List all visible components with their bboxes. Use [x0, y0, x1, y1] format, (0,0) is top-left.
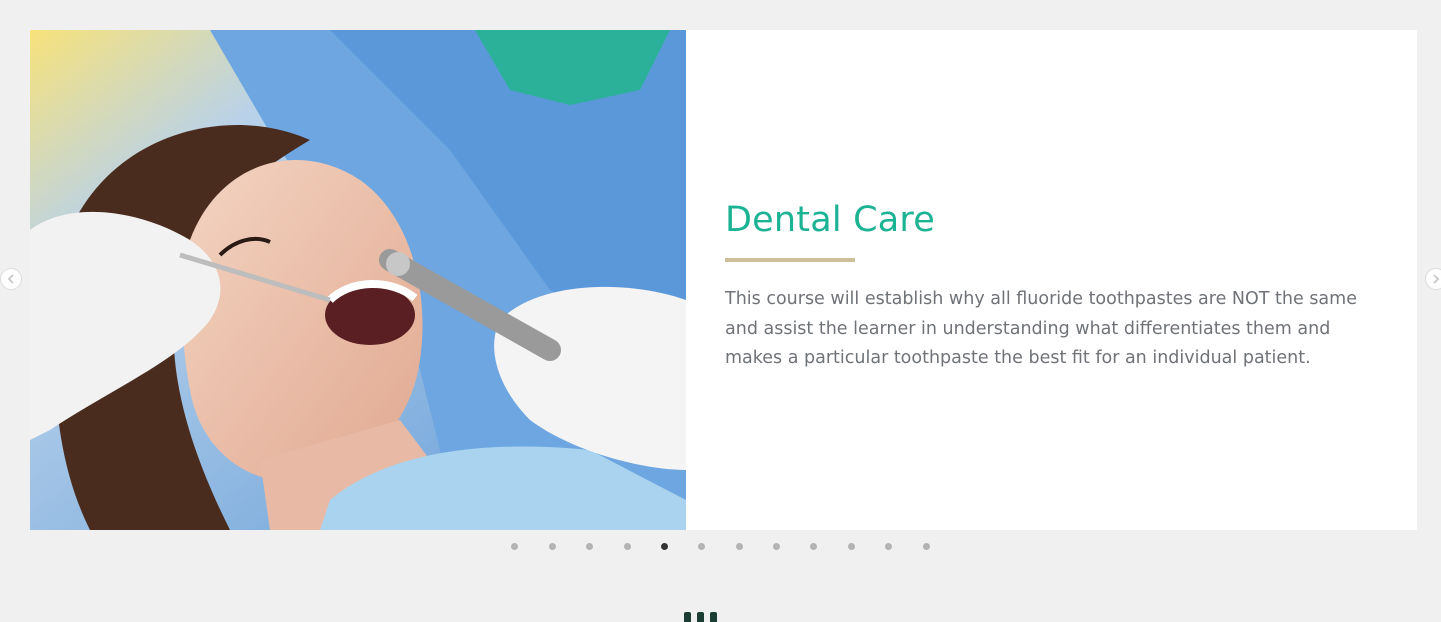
section-heading-partial: [684, 612, 717, 622]
slide-text-panel: Dental Care This course will establish w…: [686, 30, 1417, 530]
carousel-dot[interactable]: [847, 543, 855, 550]
title-divider: [725, 258, 855, 262]
carousel-dot[interactable]: [810, 543, 818, 550]
slide-description: This course will establish why all fluor…: [725, 289, 1357, 368]
carousel-slide: Dental Care This course will establish w…: [30, 30, 1417, 530]
carousel-dot[interactable]: [735, 543, 743, 550]
carousel-pagination: [0, 543, 1441, 550]
chevron-left-icon: [7, 274, 14, 284]
carousel-dot[interactable]: [885, 543, 893, 550]
carousel-dot[interactable]: [773, 543, 781, 550]
carousel-dot[interactable]: [623, 543, 631, 550]
slide-title: Dental Care: [725, 200, 935, 240]
chevron-right-icon: [1433, 274, 1440, 284]
carousel-dot[interactable]: [548, 543, 556, 550]
carousel-prev-button[interactable]: [0, 268, 22, 290]
carousel-dot[interactable]: [922, 543, 930, 550]
carousel-dot[interactable]: [698, 543, 706, 550]
carousel-next-button[interactable]: [1425, 268, 1441, 290]
carousel-dot[interactable]: [586, 543, 594, 550]
carousel-dot[interactable]: [511, 543, 519, 550]
carousel-dot[interactable]: [660, 543, 668, 550]
slide-image: [30, 30, 686, 530]
